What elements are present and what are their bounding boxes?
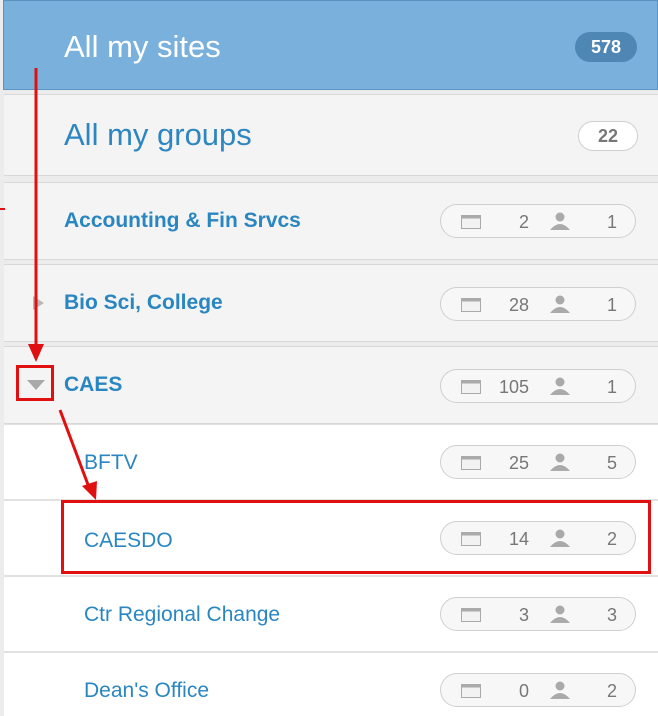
site-count: 105 bbox=[498, 377, 529, 397]
user-icon bbox=[550, 295, 570, 313]
site-count: 2 bbox=[518, 212, 529, 232]
calendar-icon bbox=[461, 380, 481, 394]
annotation-box-caesdo bbox=[61, 500, 651, 574]
subgroup-name[interactable]: Dean's Office bbox=[84, 679, 209, 703]
user-icon bbox=[550, 377, 570, 395]
group-row-caes[interactable]: CAES 105 1 bbox=[4, 346, 658, 424]
calendar-icon bbox=[461, 608, 481, 622]
group-name[interactable]: Accounting & Fin Srvcs bbox=[64, 209, 301, 233]
subgroup-name[interactable]: Ctr Regional Change bbox=[84, 603, 280, 627]
all-my-sites-row[interactable]: All my sites 578 bbox=[3, 0, 658, 90]
user-count: 3 bbox=[606, 605, 617, 625]
calendar-icon bbox=[461, 298, 481, 312]
group-name[interactable]: Bio Sci, College bbox=[64, 291, 223, 315]
annotation-box-expand-toggle bbox=[16, 365, 54, 401]
subgroup-row-bftv[interactable]: BFTV 25 5 bbox=[4, 424, 658, 500]
all-my-groups-label: All my groups bbox=[64, 117, 252, 152]
subgroup-stats-pill: 25 5 bbox=[440, 445, 636, 479]
user-icon bbox=[550, 212, 570, 230]
group-row-bio-sci[interactable]: Bio Sci, College 28 1 bbox=[4, 264, 658, 342]
group-stats-pill: 2 1 bbox=[440, 204, 636, 238]
user-count: 1 bbox=[606, 212, 617, 232]
user-icon bbox=[550, 605, 570, 623]
triangle-right-icon[interactable] bbox=[32, 295, 46, 311]
user-icon bbox=[550, 681, 570, 699]
user-count: 1 bbox=[606, 377, 617, 397]
group-stats-pill: 28 1 bbox=[440, 287, 636, 321]
subgroup-name[interactable]: BFTV bbox=[84, 451, 138, 475]
group-row-accounting[interactable]: Accounting & Fin Srvcs 2 1 bbox=[4, 182, 658, 260]
all-my-groups-row[interactable]: All my groups 22 bbox=[4, 94, 658, 176]
calendar-icon bbox=[461, 456, 481, 470]
user-icon bbox=[550, 453, 570, 471]
user-count: 2 bbox=[606, 681, 617, 701]
site-count: 25 bbox=[508, 453, 529, 473]
calendar-icon bbox=[461, 215, 481, 229]
group-name[interactable]: CAES bbox=[64, 373, 122, 397]
all-my-sites-count-badge: 578 bbox=[575, 32, 637, 62]
subgroup-stats-pill: 0 2 bbox=[440, 673, 636, 707]
subgroup-row-ctr-regional-change[interactable]: Ctr Regional Change 3 3 bbox=[4, 576, 658, 652]
user-count: 5 bbox=[606, 453, 617, 473]
all-my-sites-label: All my sites bbox=[64, 29, 221, 64]
all-my-groups-count-badge: 22 bbox=[578, 121, 638, 151]
site-count: 0 bbox=[518, 681, 529, 701]
calendar-icon bbox=[461, 684, 481, 698]
subgroup-stats-pill: 3 3 bbox=[440, 597, 636, 631]
subgroup-row-deans-office[interactable]: Dean's Office 0 2 bbox=[4, 652, 658, 716]
site-count: 28 bbox=[508, 295, 529, 315]
group-stats-pill: 105 1 bbox=[440, 369, 636, 403]
site-count: 3 bbox=[518, 605, 529, 625]
user-count: 1 bbox=[606, 295, 617, 315]
